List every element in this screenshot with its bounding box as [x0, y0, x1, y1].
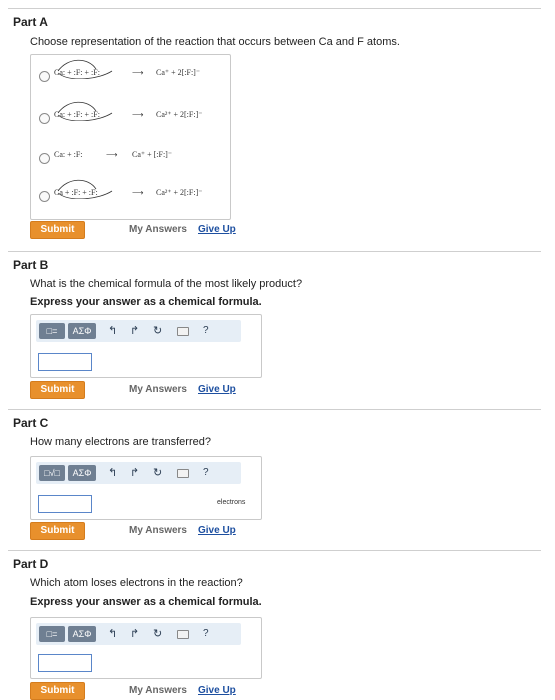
part-d-my-answers-link[interactable]: My Answers	[129, 685, 187, 696]
part-d-give-up-link[interactable]: Give Up	[198, 685, 236, 696]
part-a-submit-button[interactable]: Submit	[30, 221, 85, 239]
part-d-answer-editor: □= ΑΣΦ ↰ ↱ ↻ ?	[30, 617, 262, 679]
undo-icon[interactable]: ↰	[108, 465, 117, 481]
choice-option-4[interactable]: Ca + :F: + :F: ⟶ Ca²⁺ + 2[:F:]⁻	[36, 179, 226, 207]
part-b-divider	[8, 251, 541, 252]
part-b-title: Part B	[13, 258, 49, 272]
part-b-my-answers-link[interactable]: My Answers	[129, 384, 187, 395]
greek-symbols-button[interactable]: ΑΣΦ	[68, 323, 96, 339]
reaction-arrow: ⟶	[132, 68, 144, 77]
part-b-answer-editor: □= ΑΣΦ ↰ ↱ ↻ ?	[30, 314, 262, 378]
part-a-my-answers-link[interactable]: My Answers	[129, 224, 187, 235]
products: Ca²⁺ + 2[:F:]⁻	[156, 110, 203, 119]
reactants: Ca: + :F: + :F:	[54, 110, 100, 119]
redo-icon[interactable]: ↱	[130, 465, 139, 481]
top-divider	[8, 8, 541, 9]
part-d-instruction: Express your answer as a chemical formul…	[30, 596, 262, 608]
radio-button[interactable]	[39, 191, 50, 202]
part-d-divider	[8, 550, 541, 551]
part-a-question: Choose representation of the reaction th…	[30, 36, 400, 48]
redo-icon[interactable]: ↱	[130, 626, 139, 642]
answer-input[interactable]	[38, 353, 92, 371]
template-button[interactable]: □=	[39, 626, 65, 642]
radio-button[interactable]	[39, 71, 50, 82]
help-icon[interactable]: ?	[203, 465, 209, 481]
reaction-arrow: ⟶	[106, 150, 118, 159]
part-c-give-up-link[interactable]: Give Up	[198, 525, 236, 536]
part-c-submit-button[interactable]: Submit	[30, 522, 85, 540]
part-b-submit-button[interactable]: Submit	[30, 381, 85, 399]
part-a-give-up-link[interactable]: Give Up	[198, 224, 236, 235]
reset-icon[interactable]: ↻	[153, 626, 162, 642]
keyboard-icon[interactable]	[177, 630, 189, 639]
part-b-give-up-link[interactable]: Give Up	[198, 384, 236, 395]
template-button[interactable]: □=	[39, 323, 65, 339]
template-button[interactable]: □√□	[39, 465, 65, 481]
math-toolbar: □= ΑΣΦ ↰ ↱ ↻ ?	[36, 623, 241, 645]
help-icon[interactable]: ?	[203, 626, 209, 642]
part-d-question: Which atom loses electrons in the reacti…	[30, 577, 243, 589]
keyboard-icon[interactable]	[177, 327, 189, 336]
products: Ca⁺ + 2[:F:]⁻	[156, 68, 201, 77]
part-b-question: What is the chemical formula of the most…	[30, 278, 303, 290]
math-toolbar: □= ΑΣΦ ↰ ↱ ↻ ?	[36, 320, 241, 342]
reactants: Ca: + :F: + :F:	[54, 68, 100, 77]
part-d-title: Part D	[13, 557, 49, 571]
products: Ca⁺ + [:F:]⁻	[132, 150, 173, 159]
answer-input[interactable]	[38, 654, 92, 672]
greek-symbols-button[interactable]: ΑΣΦ	[68, 465, 96, 481]
help-icon[interactable]: ?	[203, 323, 209, 339]
unit-label: electrons	[217, 499, 246, 506]
products: Ca²⁺ + 2[:F:]⁻	[156, 188, 203, 197]
reactants: Ca: + :F:	[54, 150, 83, 159]
part-c-divider	[8, 409, 541, 410]
reset-icon[interactable]: ↻	[153, 323, 162, 339]
reset-icon[interactable]: ↻	[153, 465, 162, 481]
part-d-submit-button[interactable]: Submit	[30, 682, 85, 700]
reaction-arrow: ⟶	[132, 188, 144, 197]
undo-icon[interactable]: ↰	[108, 626, 117, 642]
redo-icon[interactable]: ↱	[130, 323, 139, 339]
math-toolbar: □√□ ΑΣΦ ↰ ↱ ↻ ?	[36, 462, 241, 484]
answer-input[interactable]	[38, 495, 92, 513]
reaction-arrow: ⟶	[132, 110, 144, 119]
keyboard-icon[interactable]	[177, 469, 189, 478]
radio-button[interactable]	[39, 153, 50, 164]
part-c-answer-editor: □√□ ΑΣΦ ↰ ↱ ↻ ? electrons	[30, 456, 262, 520]
choice-option-2[interactable]: Ca: + :F: + :F: ⟶ Ca²⁺ + 2[:F:]⁻	[36, 101, 226, 129]
part-c-my-answers-link[interactable]: My Answers	[129, 525, 187, 536]
undo-icon[interactable]: ↰	[108, 323, 117, 339]
reactants: Ca + :F: + :F:	[54, 188, 98, 197]
reaction-choices: Ca: + :F: + :F: ⟶ Ca⁺ + 2[:F:]⁻ Ca: + :F…	[30, 54, 231, 220]
greek-symbols-button[interactable]: ΑΣΦ	[68, 626, 96, 642]
choice-option-1[interactable]: Ca: + :F: + :F: ⟶ Ca⁺ + 2[:F:]⁻	[36, 59, 226, 87]
part-c-question: How many electrons are transferred?	[30, 436, 211, 448]
choice-option-3[interactable]: Ca: + :F: ⟶ Ca⁺ + [:F:]⁻	[36, 147, 226, 169]
radio-button[interactable]	[39, 113, 50, 124]
part-a-title: Part A	[13, 15, 48, 29]
part-b-instruction: Express your answer as a chemical formul…	[30, 296, 262, 308]
part-c-title: Part C	[13, 416, 49, 430]
